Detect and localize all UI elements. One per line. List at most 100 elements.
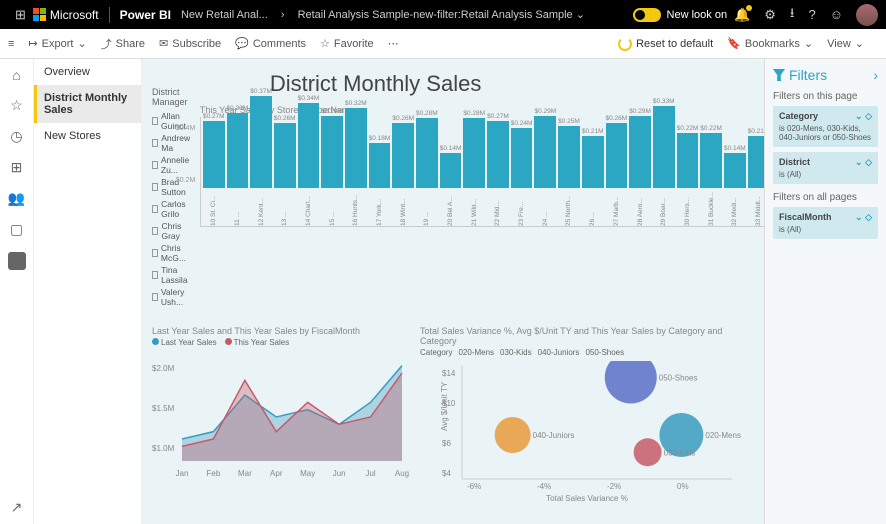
apps-icon[interactable]: ⊞ bbox=[15, 7, 26, 23]
svg-text:050-Shoes: 050-Shoes bbox=[659, 374, 698, 383]
page-new-stores[interactable]: New Stores bbox=[34, 123, 141, 149]
svg-text:-6%: -6% bbox=[467, 482, 481, 491]
scatter-chart[interactable]: Total Sales Variance %, Avg $/Unit TY an… bbox=[420, 326, 754, 503]
dm-title: District Manager bbox=[152, 87, 192, 107]
svg-text:Aug: Aug bbox=[395, 469, 409, 478]
dm-item[interactable]: Chris Gray bbox=[152, 220, 192, 242]
checkbox-icon[interactable] bbox=[152, 183, 158, 191]
reset-button[interactable]: Reset to default bbox=[618, 37, 713, 51]
filter-district[interactable]: District⌄ ◇ is (All) bbox=[773, 152, 878, 184]
ms-grid-icon bbox=[33, 8, 46, 21]
ms-text: Microsoft bbox=[50, 8, 99, 22]
scatter-legend: Category 020-Mens 030-Kids 040-Juniors 0… bbox=[420, 348, 754, 357]
page-overview[interactable]: Overview bbox=[34, 59, 141, 85]
filters-title: Filters› bbox=[773, 67, 878, 83]
notifications-icon[interactable]: 🔔 bbox=[734, 7, 750, 23]
dm-item[interactable]: Chris McG... bbox=[152, 242, 192, 264]
collapse-filters-icon[interactable]: › bbox=[873, 67, 878, 83]
checkbox-icon[interactable] bbox=[152, 161, 158, 169]
district-manager-slicer: District Manager Allan GuinotAndrew MaAn… bbox=[152, 87, 192, 308]
page-district-monthly[interactable]: District Monthly Sales bbox=[34, 85, 141, 123]
ty-sales-chart[interactable]: This Year Sales by StoreNumberName $0.4M… bbox=[200, 105, 764, 227]
ms-logo: Microsoft bbox=[33, 8, 99, 22]
top-bar: ⊞ Microsoft Power BI New Retail Anal... … bbox=[0, 0, 886, 29]
checkbox-icon[interactable] bbox=[152, 293, 158, 301]
settings-icon[interactable]: ⚙ bbox=[764, 7, 776, 23]
scatter-title: Total Sales Variance %, Avg $/Unit TY an… bbox=[420, 326, 754, 346]
line-title: Last Year Sales and This Year Sales by F… bbox=[152, 326, 412, 336]
recent-icon[interactable]: ◷ bbox=[10, 128, 22, 145]
svg-text:-4%: -4% bbox=[537, 482, 551, 491]
reset-icon bbox=[618, 37, 632, 51]
breadcrumb-1[interactable]: New Retail Anal... bbox=[181, 9, 268, 21]
checkbox-icon[interactable] bbox=[152, 139, 158, 147]
svg-text:Avg $/Unit TY: Avg $/Unit TY bbox=[440, 381, 449, 431]
page-title: District Monthly Sales bbox=[270, 71, 764, 97]
svg-text:020-Mens: 020-Mens bbox=[705, 431, 741, 440]
svg-text:-2%: -2% bbox=[607, 482, 621, 491]
apps-icon-rail[interactable]: ⊞ bbox=[11, 159, 23, 176]
help-icon[interactable]: ? bbox=[808, 7, 815, 22]
svg-text:Apr: Apr bbox=[270, 469, 283, 478]
svg-text:$2.0M: $2.0M bbox=[152, 364, 175, 373]
dm-item[interactable]: Andrew Ma bbox=[152, 132, 192, 154]
shared-icon[interactable]: 👥 bbox=[8, 190, 25, 207]
dm-item[interactable]: Annelie Zu... bbox=[152, 154, 192, 176]
filter-category[interactable]: Category⌄ ◇ is 020-Mens, 030-Kids, 040-J… bbox=[773, 106, 878, 147]
svg-text:$6: $6 bbox=[442, 439, 451, 448]
checkbox-icon[interactable] bbox=[152, 117, 158, 125]
filters-section-page: Filters on this page bbox=[773, 91, 878, 102]
svg-text:$14: $14 bbox=[442, 369, 456, 378]
line-legend: Last Year Sales This Year Sales bbox=[152, 338, 412, 347]
share-button[interactable]: ⤴ Share bbox=[101, 36, 145, 52]
dm-item[interactable]: Carlos Grilo bbox=[152, 198, 192, 220]
svg-text:Mar: Mar bbox=[238, 469, 252, 478]
filters-pane: Filters› Filters on this page Category⌄ … bbox=[764, 59, 886, 524]
svg-text:$4: $4 bbox=[442, 469, 451, 478]
svg-text:Jan: Jan bbox=[176, 469, 189, 478]
bookmarks-button[interactable]: 🔖 Bookmarks ⌄ bbox=[727, 37, 813, 50]
svg-text:040-Juniors: 040-Juniors bbox=[533, 431, 575, 440]
view-button[interactable]: View ⌄ bbox=[827, 37, 864, 50]
svg-text:030-Kids: 030-Kids bbox=[664, 448, 696, 457]
newlook-toggle[interactable] bbox=[633, 8, 661, 22]
product-name[interactable]: Power BI bbox=[120, 8, 171, 22]
home-icon[interactable]: ⌂ bbox=[12, 67, 20, 83]
page-panel: Overview District Monthly Sales New Stor… bbox=[34, 59, 142, 524]
svg-text:Jul: Jul bbox=[365, 469, 375, 478]
left-rail: ⌂ ☆ ◷ ⊞ 👥 ▢ ↗ bbox=[0, 59, 34, 524]
filters-section-all: Filters on all pages bbox=[773, 192, 878, 203]
dm-item[interactable]: Valery Ush... bbox=[152, 286, 192, 308]
current-workspace-icon[interactable] bbox=[8, 252, 26, 270]
action-bar: ≡ ↦ Export ⌄ ⤴ Share ✉ Subscribe 💬 Comme… bbox=[0, 29, 886, 59]
svg-text:$1.5M: $1.5M bbox=[152, 404, 175, 413]
svg-text:May: May bbox=[300, 469, 315, 478]
avatar[interactable] bbox=[856, 4, 878, 26]
svg-text:Jun: Jun bbox=[333, 469, 346, 478]
svg-text:Feb: Feb bbox=[207, 469, 221, 478]
checkbox-icon[interactable] bbox=[152, 249, 158, 257]
feedback-icon[interactable]: ☺ bbox=[830, 7, 843, 22]
checkbox-icon[interactable] bbox=[152, 205, 158, 213]
breadcrumb-sep: › bbox=[278, 9, 288, 21]
svg-text:$1.0M: $1.0M bbox=[152, 444, 175, 453]
subscribe-button[interactable]: ✉ Subscribe bbox=[159, 37, 221, 50]
dm-item[interactable]: Tina Lassila bbox=[152, 264, 192, 286]
favorite-button[interactable]: ☆ Favorite bbox=[320, 37, 374, 50]
svg-text:0%: 0% bbox=[677, 482, 689, 491]
workspaces-icon[interactable]: ▢ bbox=[10, 221, 23, 238]
download-icon[interactable]: ⭳ bbox=[790, 4, 795, 26]
line-chart[interactable]: Last Year Sales and This Year Sales by F… bbox=[152, 326, 412, 503]
filter-fiscalmonth[interactable]: FiscalMonth⌄ ◇ is (All) bbox=[773, 207, 878, 239]
comments-button[interactable]: 💬 Comments bbox=[235, 37, 306, 50]
filter-icon bbox=[773, 69, 785, 81]
menu-icon[interactable]: ≡ bbox=[8, 38, 14, 50]
favorites-icon[interactable]: ☆ bbox=[10, 97, 23, 114]
report-canvas: District Manager Allan GuinotAndrew MaAn… bbox=[142, 59, 764, 524]
breadcrumb-2[interactable]: Retail Analysis Sample-new-filter:Retail… bbox=[298, 8, 585, 21]
export-button[interactable]: ↦ Export ⌄ bbox=[28, 37, 86, 50]
more-icon[interactable]: ⋯ bbox=[388, 37, 399, 50]
checkbox-icon[interactable] bbox=[152, 227, 158, 235]
expand-icon[interactable]: ↗ bbox=[11, 499, 23, 516]
checkbox-icon[interactable] bbox=[152, 271, 158, 279]
